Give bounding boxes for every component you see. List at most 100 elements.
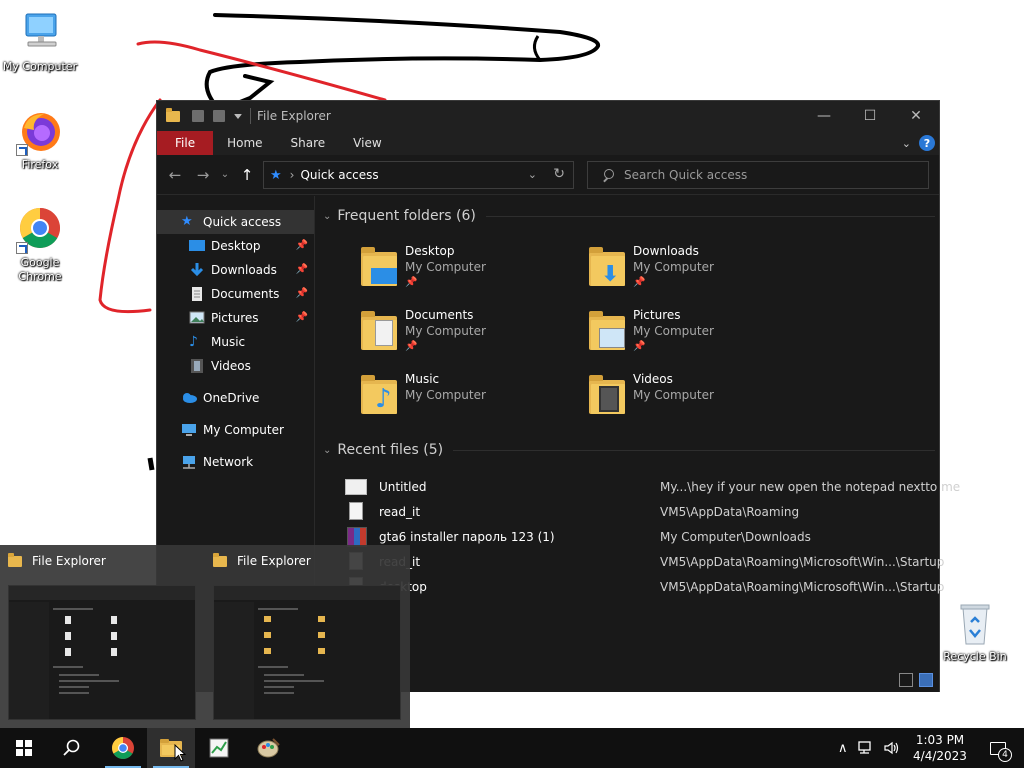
desktop-icon-recycle-bin[interactable]: Recycle Bin [935,600,1015,664]
clock[interactable]: 1:03 PM 4/4/2023 [910,732,970,764]
pin-icon[interactable]: 📌 [296,264,308,275]
frequent-folders-header[interactable]: ⌄ Frequent folders (6) [323,208,935,224]
recent-file-row[interactable]: read_it VM5\AppData\Roaming\Microsoft\Wi… [345,549,944,574]
collapse-chevron-icon[interactable]: ⌄ [323,211,331,222]
recent-files-header[interactable]: ⌄ Recent files (5) [323,442,935,458]
quick-access-star-icon: ★ [270,167,282,183]
taskbar-file-explorer-button[interactable] [147,728,195,768]
customize-toolbar-dropdown-icon[interactable] [234,113,242,119]
group-divider [485,215,935,217]
firefox-icon [16,108,64,156]
folder-tile-documents[interactable]: Documents My Computer 📌 [359,306,579,364]
expand-ribbon-chevron-icon[interactable]: ⌄ [902,137,911,150]
sidebar-item-label: Videos [211,359,251,373]
view-buttons [899,673,933,687]
recent-file-row[interactable]: Untitled My...\hey if your new open the … [345,474,960,499]
up-arrow-icon[interactable]: ↑ [233,161,261,189]
details-view-icon[interactable] [899,673,913,687]
black-scribble-tip [533,35,542,61]
taskbar-chrome-button[interactable] [99,728,147,768]
volume-icon[interactable] [883,741,900,755]
pin-icon: 📌 [405,277,418,288]
minimize-icon[interactable]: — [801,101,847,131]
search-icon [602,169,614,181]
show-hidden-icons-chevron-icon[interactable]: ∧ [838,741,848,756]
text-file-icon [345,501,367,522]
desktop-icon [189,239,205,253]
navigation-bar: ← → ⌄ ↑ ★ › Quick access ⌄ ↻ [157,155,939,195]
folder-tile-pictures[interactable]: Pictures My Computer 📌 [587,306,807,364]
refresh-icon[interactable]: ↻ [553,166,565,182]
mouse-cursor-icon [174,744,186,762]
pin-icon: 📌 [633,341,646,352]
folder-icon [8,553,22,567]
tab-share[interactable]: Share [277,131,340,155]
pin-icon[interactable]: 📌 [296,240,308,251]
large-icons-view-icon[interactable] [919,673,933,687]
properties-icon[interactable] [192,110,204,122]
maximize-icon[interactable]: ☐ [847,101,893,131]
desktop-folder-icon [359,242,399,288]
action-center-button[interactable]: 4 [978,728,1018,768]
sidebar-item-videos[interactable]: Videos [157,354,314,378]
folder-tile-desktop[interactable]: Desktop My Computer 📌 [359,242,579,300]
address-bar[interactable]: ★ › Quick access ⌄ ↻ [263,161,574,189]
folder-location: My Computer [405,388,486,402]
clock-time: 1:03 PM [915,733,965,747]
sidebar-item-onedrive[interactable]: OneDrive [157,386,314,410]
thumbnail-preview[interactable]: File Explorer [205,545,410,728]
search-box[interactable] [587,161,929,189]
folder-tile-downloads[interactable]: ⬇ Downloads My Computer 📌 [587,242,807,300]
folder-tile-music[interactable]: ♪ Music My Computer [359,370,579,428]
title-bar[interactable]: File Explorer — ☐ ✕ [157,101,939,131]
windows-logo-icon [16,740,32,756]
archive-file-icon [345,526,367,547]
taskbar-notepad-button[interactable] [195,728,243,768]
tab-home[interactable]: Home [213,131,276,155]
sidebar-item-music[interactable]: ♪ Music [157,330,314,354]
ribbon-right-controls: ⌄ ? [902,135,935,151]
desktop-icon-firefox[interactable]: Firefox [0,108,80,172]
search-button[interactable] [48,728,96,768]
collapse-chevron-icon[interactable]: ⌄ [323,445,331,456]
sidebar-item-quick-access[interactable]: ★ Quick access [157,210,314,234]
sidebar-item-pictures[interactable]: Pictures 📌 [157,306,314,330]
sidebar-item-documents[interactable]: Documents 📌 [157,282,314,306]
sidebar-item-network[interactable]: Network [157,450,314,474]
network-status-icon[interactable] [857,741,874,755]
folder-icon [166,108,180,122]
back-arrow-icon[interactable]: ← [161,161,189,189]
pin-icon[interactable]: 📌 [296,312,308,323]
thumbnail-preview[interactable]: File Explorer [0,545,205,728]
picture-icon [189,311,205,325]
forward-arrow-icon[interactable]: → [189,161,217,189]
new-folder-icon[interactable] [213,110,225,122]
desktop-icon-label: Google Chrome [18,256,62,283]
desktop-icon-google-chrome[interactable]: Google Chrome [0,206,80,284]
start-button[interactable] [0,728,48,768]
search-icon [63,739,80,756]
tab-view[interactable]: View [339,131,395,155]
recent-locations-chevron-icon[interactable]: ⌄ [217,161,233,189]
folder-location: My Computer [633,324,714,338]
recent-file-row[interactable]: read_it VM5\AppData\Roaming [345,499,935,524]
address-dropdown-icon[interactable]: ⌄ [528,168,537,181]
recent-file-row[interactable]: desktop VM5\AppData\Roaming\Microsoft\Wi… [345,574,944,599]
folder-name: Music [405,372,440,386]
close-icon[interactable]: ✕ [893,101,939,131]
notification-count-badge: 4 [998,748,1012,762]
pin-icon[interactable]: 📌 [296,288,308,299]
help-icon[interactable]: ? [919,135,935,151]
sidebar-item-my-computer[interactable]: My Computer [157,418,314,442]
folder-name: Pictures [633,308,681,322]
search-input[interactable] [624,168,914,182]
sidebar-item-desktop[interactable]: Desktop 📌 [157,234,314,258]
folder-tile-videos[interactable]: Videos My Computer [587,370,807,428]
desktop-icon-my-computer[interactable]: My Computer [0,10,80,74]
taskbar-paint-button[interactable] [245,728,293,768]
videos-folder-icon [587,370,627,416]
sidebar-item-downloads[interactable]: Downloads 📌 [157,258,314,282]
tab-file[interactable]: File [157,131,214,155]
recent-file-row[interactable]: gta6 installer пароль 123 (1) My Compute… [345,524,935,549]
file-path: My...\hey if your new open the notepad n… [660,479,961,494]
